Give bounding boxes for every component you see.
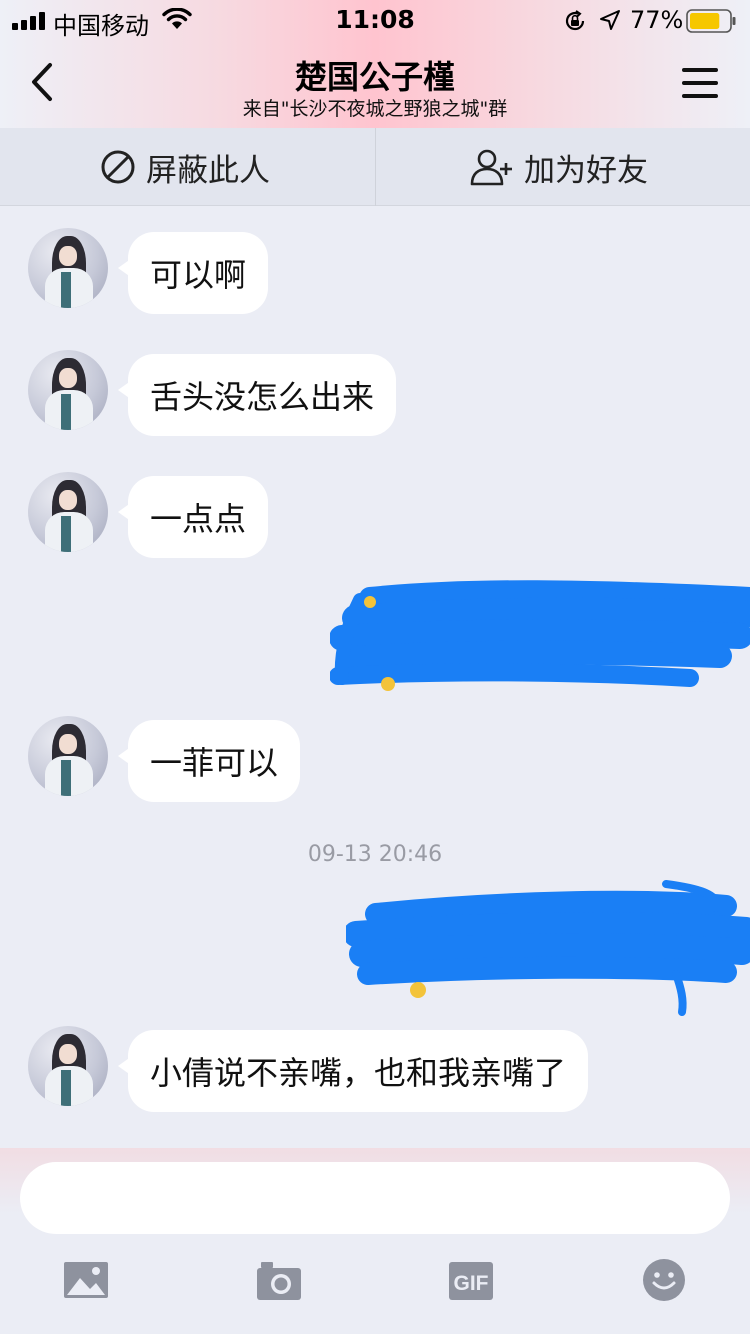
message-input[interactable]: [20, 1162, 730, 1234]
camera-icon[interactable]: [257, 1262, 301, 1304]
add-friend-label: 加为好友: [524, 152, 648, 189]
chat-area: 可以啊 舌头没怎么出来 一点点 一菲可以 09-13 20:46 小倩说不亲嘴，…: [0, 206, 750, 1148]
message-bubble[interactable]: 舌头没怎么出来: [117, 354, 397, 436]
avatar[interactable]: [28, 350, 108, 430]
avatar[interactable]: [28, 228, 108, 308]
battery-icon: [686, 9, 736, 37]
message-bubble[interactable]: 可以啊: [117, 232, 269, 314]
input-area: GIF: [0, 1148, 750, 1334]
message-bubble[interactable]: 一点点: [117, 476, 269, 558]
image-icon[interactable]: [64, 1262, 108, 1302]
message-timestamp: 09-13 20:46: [307, 842, 443, 867]
status-bar: 中国移动 11:08 77%: [0, 0, 750, 40]
block-icon: [101, 150, 135, 184]
location-icon: [599, 9, 621, 35]
header: 中国移动 11:08 77% 楚国公子槿 来自"长沙不夜城之野狼之城"群: [0, 0, 750, 128]
action-bar: 屏蔽此人 加为好友: [0, 128, 750, 206]
avatar[interactable]: [28, 472, 108, 552]
gif-icon[interactable]: GIF: [449, 1262, 493, 1304]
redacted-message-scribble: [346, 880, 750, 1016]
action-divider: [375, 128, 376, 206]
menu-icon[interactable]: [682, 68, 718, 98]
add-friend-icon: [470, 149, 512, 186]
emoji-icon[interactable]: [642, 1258, 686, 1306]
block-user-label: 屏蔽此人: [146, 152, 270, 189]
group-source-subtitle: 来自"长沙不夜城之野狼之城"群: [242, 98, 508, 120]
message-bubble[interactable]: 一菲可以: [117, 720, 301, 802]
battery-percent: 77%: [630, 6, 684, 34]
avatar[interactable]: [28, 716, 108, 796]
rotation-lock-icon: [563, 9, 587, 37]
redacted-message-scribble: [330, 580, 750, 691]
avatar[interactable]: [28, 1026, 108, 1106]
svg-text:GIF: GIF: [454, 1272, 489, 1295]
add-friend-button[interactable]: 加为好友: [470, 128, 648, 206]
block-user-button[interactable]: 屏蔽此人: [100, 128, 270, 206]
page-title: 楚国公子槿: [294, 58, 455, 96]
message-bubble[interactable]: 小倩说不亲嘴，也和我亲嘴了: [117, 1030, 589, 1112]
